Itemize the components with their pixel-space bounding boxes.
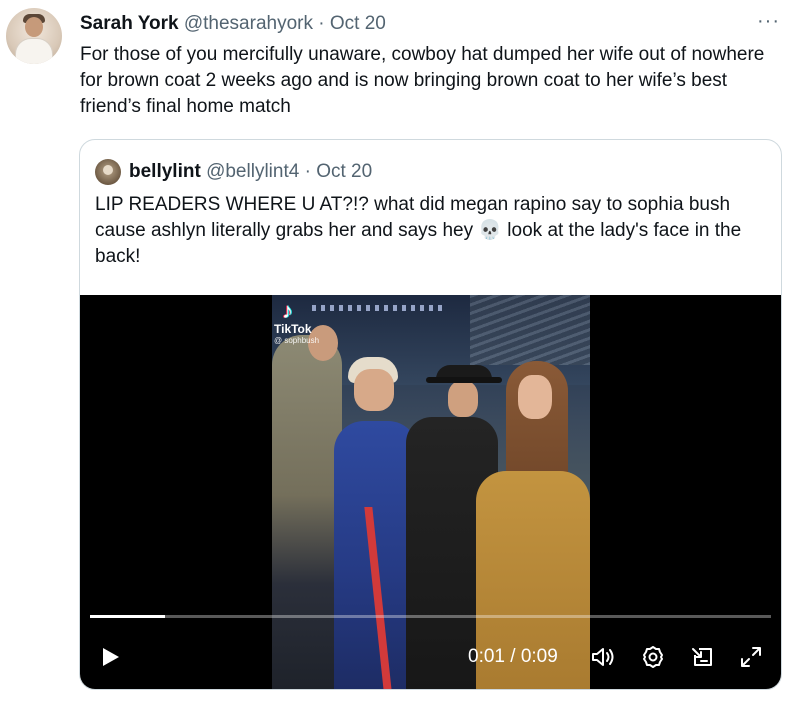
quoted-tweet-card[interactable]: bellylint @bellylint4 · Oct 20 LIP READE… xyxy=(79,139,782,690)
tiktok-logo-icon: ♪ xyxy=(282,298,293,323)
avatar-face xyxy=(25,17,43,37)
video-progress-bar[interactable] xyxy=(90,615,771,618)
author-handle[interactable]: @thesarahyork xyxy=(184,13,313,34)
video-progress-fill xyxy=(90,615,165,618)
video-frame[interactable]: ♪ TikTok @ sophbush xyxy=(272,295,590,689)
picture-in-picture-button[interactable] xyxy=(690,645,716,669)
stadium-stands xyxy=(470,295,590,365)
more-icon[interactable]: ··· xyxy=(757,11,780,31)
author-avatar[interactable] xyxy=(6,8,62,64)
header-separator: · xyxy=(318,13,325,34)
play-button[interactable] xyxy=(98,645,122,669)
tiktok-username: @ sophbush xyxy=(274,336,320,345)
gear-icon xyxy=(643,646,663,668)
settings-button[interactable] xyxy=(640,645,666,669)
tiktok-watermark: ♪ TikTok @ sophbush xyxy=(274,299,344,351)
tweet-header: Sarah York @thesarahyork · Oct 20 ··· xyxy=(80,11,780,36)
quoted-author-avatar[interactable] xyxy=(95,159,121,185)
fullscreen-button[interactable] xyxy=(738,645,764,669)
time-display: 0:01 / 0:09 xyxy=(468,646,558,667)
play-icon xyxy=(103,648,119,666)
picture-in-picture-icon xyxy=(692,648,712,666)
avatar-body xyxy=(15,38,53,64)
quoted-author-handle[interactable]: @bellylint4 xyxy=(206,161,299,182)
quoted-tweet-text: LIP READERS WHERE U AT?!? what did megan… xyxy=(95,194,742,267)
author-name[interactable]: Sarah York xyxy=(80,13,179,34)
tweet-date[interactable]: Oct 20 xyxy=(330,13,386,34)
volume-icon xyxy=(592,648,614,666)
quoted-header-separator: · xyxy=(304,161,311,182)
video-controls: 0:01 / 0:09 xyxy=(80,640,781,674)
quoted-tweet-header: bellylint @bellylint4 · Oct 20 xyxy=(129,160,372,184)
quoted-author-name[interactable]: bellylint xyxy=(129,161,201,182)
tweet-text: For those of you mercifully unaware, cow… xyxy=(80,44,765,117)
quoted-tweet-date[interactable]: Oct 20 xyxy=(316,161,372,182)
tiktok-brand: TikTok xyxy=(274,322,312,336)
video-player[interactable]: ♪ TikTok @ sophbush 0:01 / 0:09 xyxy=(80,295,781,689)
person-left xyxy=(272,325,342,689)
volume-button[interactable] xyxy=(590,645,616,669)
expand-icon xyxy=(741,647,761,667)
